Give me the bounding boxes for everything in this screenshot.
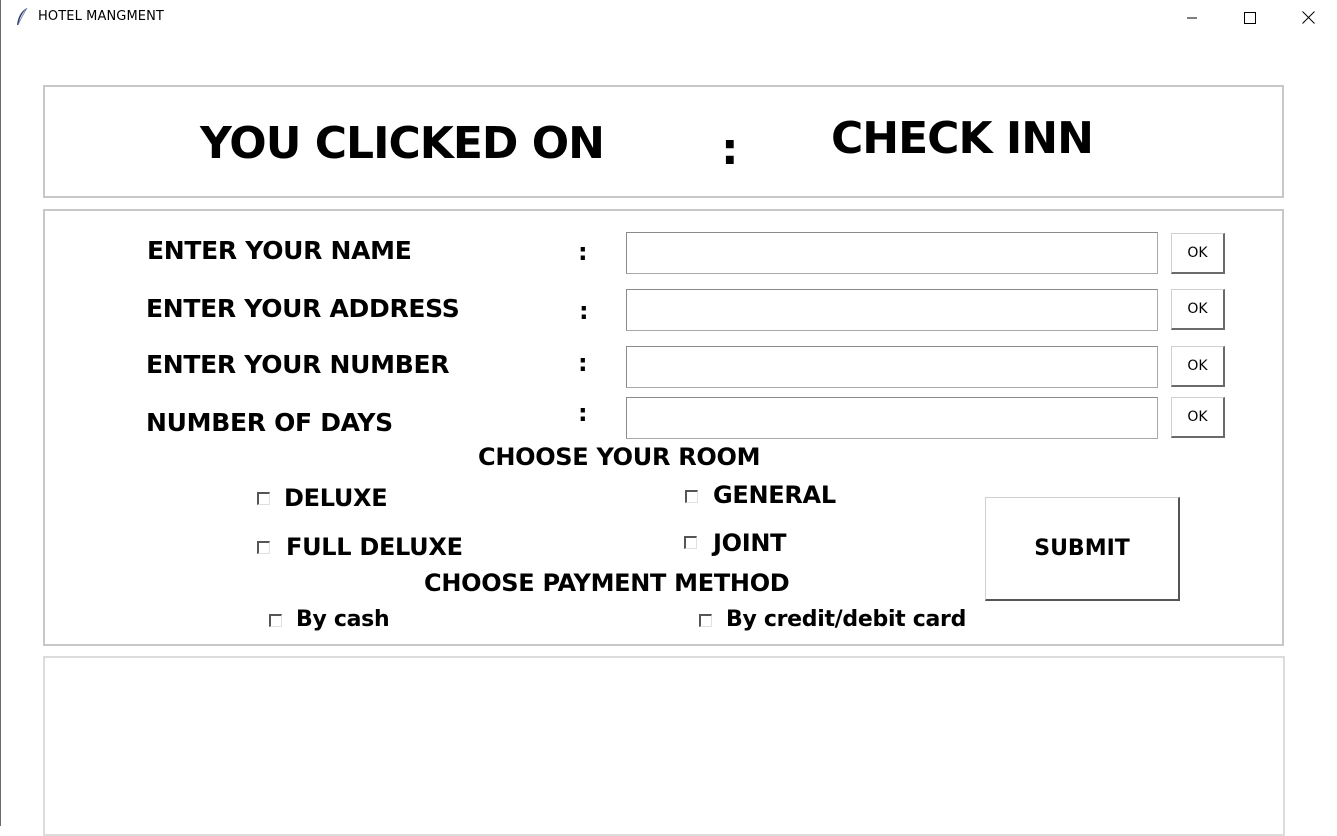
minimize-button[interactable] xyxy=(1163,0,1221,36)
card-checkbox[interactable] xyxy=(699,614,712,627)
number-input[interactable] xyxy=(626,346,1158,388)
number-label: ENTER YOUR NUMBER xyxy=(146,350,450,379)
general-checkbox[interactable] xyxy=(685,490,698,503)
address-colon: : xyxy=(579,297,589,325)
days-input[interactable] xyxy=(626,397,1158,439)
feather-icon xyxy=(15,7,29,27)
title-bar: HOTEL MANGMENT xyxy=(1,0,1337,36)
app-window: HOTEL MANGMENT YOU CLICKED ON : CHECK IN… xyxy=(0,0,1337,836)
number-ok-button[interactable]: OK xyxy=(1171,346,1225,387)
days-label: NUMBER OF DAYS xyxy=(146,408,393,437)
cash-label: By cash xyxy=(296,607,390,632)
header-separator: : xyxy=(721,124,739,175)
close-icon xyxy=(1301,9,1315,28)
window-title: HOTEL MANGMENT xyxy=(38,9,164,24)
choose-room-title: CHOOSE YOUR ROOM xyxy=(478,443,761,471)
maximize-button[interactable] xyxy=(1221,0,1279,36)
days-colon: : xyxy=(578,399,588,427)
name-colon: : xyxy=(578,238,588,266)
joint-checkbox[interactable] xyxy=(684,536,697,549)
output-frame xyxy=(43,656,1285,836)
deluxe-checkbox[interactable] xyxy=(257,492,270,505)
maximize-icon xyxy=(1244,9,1256,28)
clicked-on-label: YOU CLICKED ON xyxy=(200,118,605,169)
selected-action-label: CHECK INN xyxy=(831,113,1094,164)
card-label: By credit/debit card xyxy=(726,607,967,632)
address-input[interactable] xyxy=(626,289,1158,331)
days-ok-button[interactable]: OK xyxy=(1171,397,1225,438)
deluxe-label: DELUXE xyxy=(284,484,388,512)
cash-checkbox[interactable] xyxy=(269,614,282,627)
joint-label: JOINT xyxy=(713,529,787,557)
address-ok-button[interactable]: OK xyxy=(1171,289,1225,330)
name-ok-button[interactable]: OK xyxy=(1171,233,1225,274)
number-colon: : xyxy=(578,349,588,377)
submit-button[interactable]: SUBMIT xyxy=(985,497,1180,601)
minimize-icon xyxy=(1186,9,1198,28)
name-label: ENTER YOUR NAME xyxy=(147,236,412,265)
address-label: ENTER YOUR ADDRESS xyxy=(146,294,460,323)
close-button[interactable] xyxy=(1279,0,1337,36)
name-input[interactable] xyxy=(626,232,1158,274)
choose-payment-title: CHOOSE PAYMENT METHOD xyxy=(424,569,790,597)
general-label: GENERAL xyxy=(713,481,836,509)
full-deluxe-label: FULL DELUXE xyxy=(286,533,463,561)
full-deluxe-checkbox[interactable] xyxy=(257,541,270,554)
